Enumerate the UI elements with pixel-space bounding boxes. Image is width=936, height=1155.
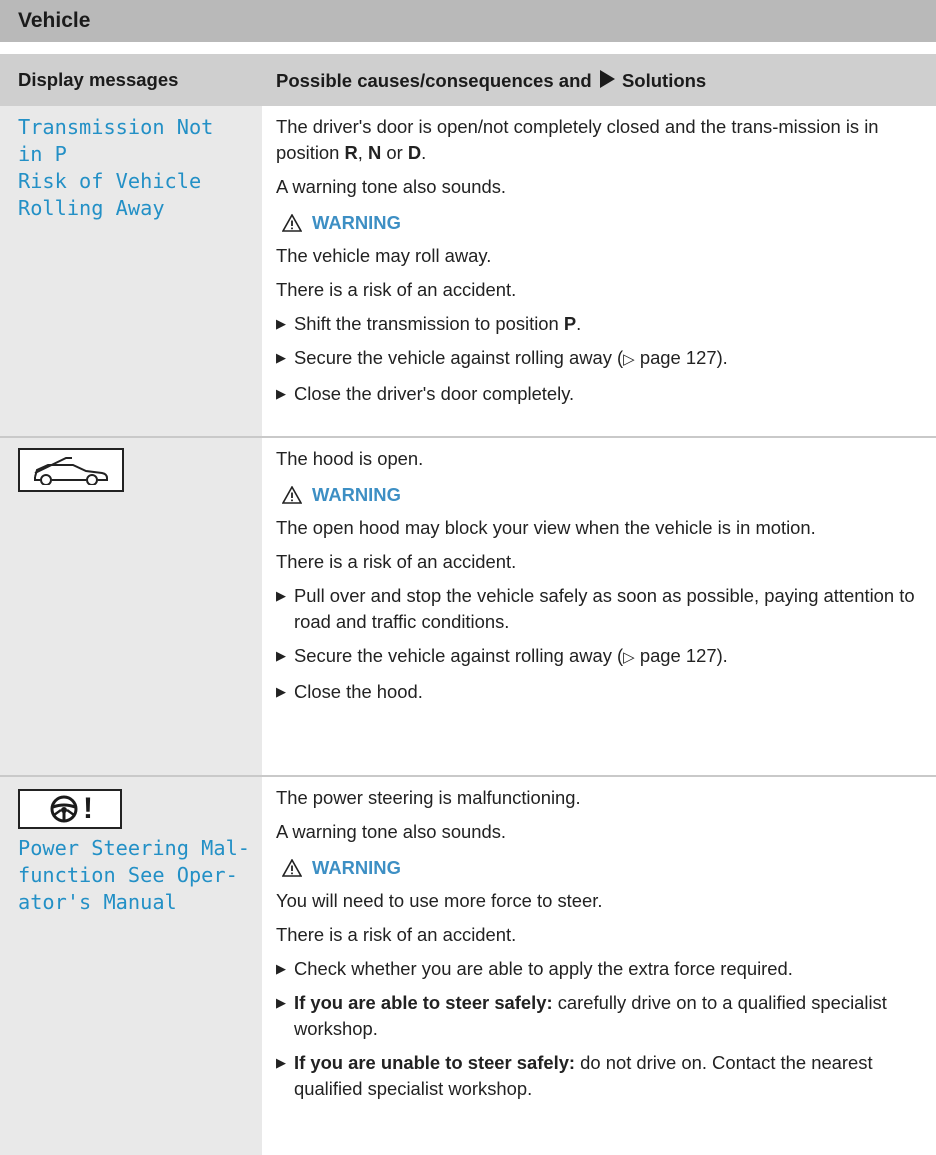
solution-step: ▶ Close the hood. — [276, 679, 936, 705]
display-messages-table: Display messages Possible causes/consequ… — [0, 54, 936, 1155]
solution-step: ▶ Pull over and stop the vehicle safely a… — [276, 585, 915, 632]
warning-heading: WARNING — [282, 857, 936, 879]
section-header: Vehicle — [0, 0, 936, 42]
message-cell: Transmission Not in P Risk of Vehicle Ro… — [0, 106, 262, 438]
solution-step: ▶ Shift the transmission to position P. — [276, 311, 936, 337]
column-header-solutions-label: Solutions — [621, 69, 707, 91]
message-cell: ! Power Steering Mal- function See Oper-… — [0, 776, 262, 1155]
solution-step: ▶ If you are able to steer safely: carefu… — [276, 992, 887, 1039]
step-bullet-icon: ▶ — [276, 995, 286, 1010]
message-cell — [0, 437, 262, 777]
warning-heading: WARNING — [282, 212, 936, 234]
step-bullet-icon: ▶ — [276, 684, 286, 699]
warning-text: There is a risk of an accident. — [276, 551, 517, 572]
warning-triangle-icon — [282, 859, 302, 877]
gear-n: N — [368, 142, 382, 163]
table-row: ! Power Steering Mal- function See Oper-… — [0, 776, 936, 1155]
page-reference[interactable]: page 127 — [640, 347, 717, 368]
table-row: Transmission Not in P Risk of Vehicle Ro… — [0, 106, 936, 438]
page-ref-icon: ▷ — [623, 351, 635, 368]
gear-d: D — [407, 142, 422, 163]
solution-step: ▶ Secure the vehicle against rolling away… — [276, 643, 936, 671]
column-header-causes-label: Possible causes/consequences and — [276, 69, 592, 91]
steering-wheel-warning-icon: ! — [18, 789, 122, 829]
table-header-row: Display messages Possible causes/consequ… — [0, 54, 936, 106]
cause-text: A warning tone also sounds. — [276, 176, 507, 197]
step-bullet-icon: ▶ — [276, 316, 286, 331]
hood-open-icon — [18, 448, 124, 492]
solution-triangle-icon — [599, 69, 615, 88]
page-ref-icon: ▷ — [623, 649, 635, 666]
step-bullet-icon: ▶ — [276, 1055, 286, 1070]
step-bullet-icon: ▶ — [276, 588, 286, 603]
warning-text: There is a risk of an accident. — [276, 924, 517, 945]
cause-text: The driver's door is open/not completely… — [276, 116, 879, 163]
steering-wheel-icon — [50, 795, 78, 823]
page-reference[interactable]: page 127 — [640, 645, 717, 666]
causes-cell: The hood is open. WARNING The open hood … — [262, 437, 936, 777]
warning-text: The vehicle may roll away. — [276, 245, 492, 266]
table-row: The hood is open. WARNING The open hood … — [0, 437, 936, 777]
cause-text: The power steering is malfunctioning. — [276, 787, 581, 808]
causes-cell: The driver's door is open/not completely… — [262, 106, 936, 438]
causes-cell: The power steering is malfunctioning. A … — [262, 776, 936, 1155]
solution-step: ▶ Check whether you are able to apply the… — [276, 956, 936, 982]
step-bullet-icon: ▶ — [276, 961, 286, 976]
solution-step: ▶ Secure the vehicle against rolling away… — [276, 345, 936, 373]
warning-triangle-icon — [282, 214, 302, 232]
warning-text: There is a risk of an accident. — [276, 279, 517, 300]
display-message-text: Power Steering Mal- function See Oper- a… — [18, 836, 250, 914]
exclamation-icon: ! — [83, 792, 93, 825]
solution-step: ▶ Close the driver's door completely. — [276, 381, 936, 407]
cause-text: The hood is open. — [276, 448, 424, 469]
warning-heading: WARNING — [282, 484, 936, 506]
column-header-messages: Display messages — [0, 54, 262, 106]
cause-text: A warning tone also sounds. — [276, 821, 507, 842]
display-message-text: Transmission Not in P Risk of Vehicle Ro… — [18, 115, 214, 220]
section-title: Vehicle — [18, 9, 91, 32]
step-bullet-icon: ▶ — [276, 386, 286, 401]
warning-triangle-icon — [282, 486, 302, 504]
gear-r: R — [344, 142, 358, 163]
header-gap — [0, 42, 936, 54]
warning-text: You will need to use more force to steer… — [276, 890, 603, 911]
step-bullet-icon: ▶ — [276, 350, 286, 365]
warning-text: The open hood may block your view when t… — [276, 517, 816, 538]
step-bullet-icon: ▶ — [276, 648, 286, 663]
column-header-causes: Possible causes/consequences and Solutio… — [262, 54, 936, 106]
solution-step: ▶ If you are unable to steer safely: do n… — [276, 1052, 873, 1099]
